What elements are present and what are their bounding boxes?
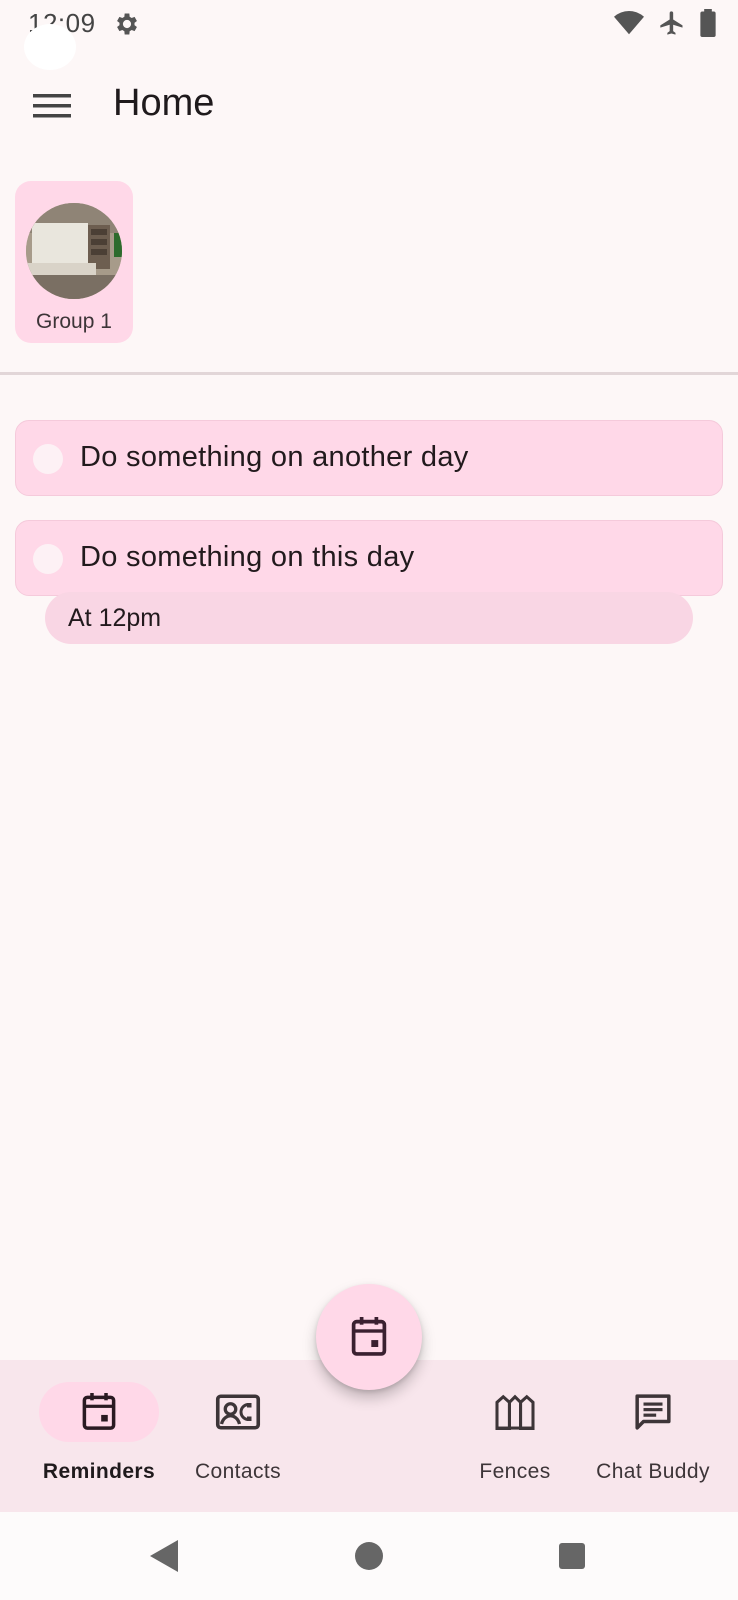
reminder-time-text: At 12pm (68, 604, 162, 632)
reminder-text: Do something on another day (80, 441, 469, 473)
fence-icon (495, 1394, 535, 1430)
wifi-icon (614, 11, 644, 35)
nav-active-indicator (39, 1382, 159, 1442)
status-bar: 12:09 (0, 0, 738, 70)
nav-label: Reminders (42, 1460, 156, 1483)
camera-cutout (24, 24, 76, 70)
battery-icon (700, 9, 716, 37)
group-avatar (26, 203, 122, 299)
nav-icon-container (593, 1382, 713, 1442)
app-screen: 12:09 Home Group 1 Do something on anoth… (0, 0, 738, 1600)
reminder-time-chip[interactable]: At 12pm (45, 592, 693, 644)
top-app-bar: Home (0, 66, 738, 146)
nav-icon-container (178, 1382, 298, 1442)
nav-icon-container (455, 1382, 575, 1442)
system-navigation-bar (0, 1512, 738, 1600)
reminder-item[interactable]: Do something on this day (15, 520, 723, 596)
home-icon[interactable] (355, 1542, 383, 1570)
nav-item-fences[interactable]: Fences (455, 1360, 575, 1512)
page-title: Home (113, 82, 215, 124)
calendar-event-icon (82, 1393, 116, 1430)
reminder-checkbox[interactable] (33, 544, 63, 574)
nav-label: Contacts (194, 1460, 282, 1483)
reminder-item[interactable]: Do something on another day (15, 420, 723, 496)
back-icon[interactable] (150, 1540, 178, 1572)
settings-gear-icon (117, 13, 137, 35)
divider (0, 372, 738, 375)
status-icons (614, 9, 716, 37)
nav-label: Fences (479, 1460, 551, 1483)
nav-item-chat-buddy[interactable]: Chat Buddy (583, 1360, 723, 1512)
nav-item-reminders[interactable]: Reminders (28, 1360, 170, 1512)
hamburger-menu-icon (33, 94, 71, 118)
nav-item-contacts[interactable]: Contacts (178, 1360, 298, 1512)
menu-button[interactable] (26, 80, 78, 132)
group-label: Group 1 (36, 310, 112, 333)
contact-card-icon (215, 1394, 261, 1430)
calendar-event-icon (351, 1317, 387, 1356)
recents-icon[interactable] (559, 1543, 585, 1569)
chat-message-icon (635, 1394, 671, 1430)
airplane-mode-icon (660, 11, 683, 35)
nav-label: Chat Buddy (596, 1460, 710, 1483)
reminder-text: Do something on this day (80, 541, 415, 573)
add-reminder-fab[interactable] (316, 1284, 422, 1390)
reminder-checkbox[interactable] (33, 444, 63, 474)
group-tile[interactable]: Group 1 (15, 181, 133, 343)
